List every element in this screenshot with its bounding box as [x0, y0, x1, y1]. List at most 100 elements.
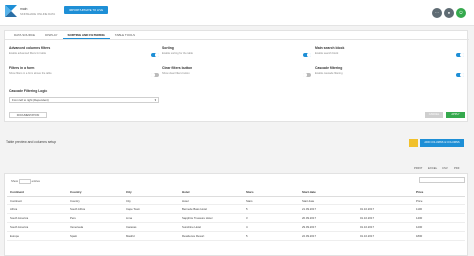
export-print[interactable]: PRINT: [414, 166, 422, 170]
filter-cell[interactable]: Start date: [299, 196, 357, 205]
documentation-button[interactable]: DOCUMENTATION: [9, 112, 47, 118]
filter-cell[interactable]: Price: [413, 196, 465, 205]
col-country[interactable]: Country: [67, 188, 123, 197]
filter-cell[interactable]: Stars: [243, 196, 299, 205]
tab-table-tools[interactable]: TABLE TOOLS: [110, 31, 140, 39]
cascade-logic-label: Cascade Filtering Logic: [9, 89, 48, 93]
table-row: South America Venezuela Caracas Sunshine…: [7, 222, 465, 232]
search-input[interactable]: [419, 177, 465, 183]
cascade-logic-select[interactable]: From left to right (Dependent) ▾: [9, 97, 159, 103]
tab-sorting-filtering[interactable]: SORTING AND FILTERING: [62, 31, 110, 39]
cell: Africa: [7, 204, 67, 214]
cell: 3: [243, 213, 299, 223]
option-desc: Enable sorting for the table: [162, 51, 194, 55]
export-pdf[interactable]: PDF: [454, 166, 460, 170]
tab-data-source[interactable]: DATA SOURCE: [9, 31, 40, 39]
col-stars[interactable]: Stars: [243, 188, 299, 197]
filter-cell[interactable]: Country: [67, 196, 123, 205]
cascade-logic-value: From left to right (Dependent): [12, 98, 49, 102]
cell: Madrid: [123, 231, 179, 241]
length-label-pre: Show: [11, 179, 18, 184]
option-title: Filters in a form: [9, 66, 35, 70]
cell: Europe: [7, 231, 67, 241]
column-settings-icon[interactable]: [409, 139, 418, 147]
option-title: Clear filters button: [162, 66, 193, 70]
cell: 20.09.2017: [299, 213, 357, 223]
documentation-label: DOCUMENTATION: [16, 114, 40, 117]
cell: 01.10.2017: [357, 204, 413, 214]
col-continent[interactable]: Continent: [7, 188, 67, 197]
cell: 22.09.2017: [299, 231, 357, 241]
option-desc: Enable cascade filtering: [315, 71, 343, 75]
option-main-search: Main search block Enable search block: [315, 46, 344, 55]
cell: 1800: [413, 231, 465, 241]
power-icon[interactable]: ⏻: [456, 8, 466, 18]
option-clear-filters: Clear filters button Show clear filters …: [162, 66, 192, 75]
page-length: Show entries: [11, 179, 40, 184]
top-bar: main SKINSHADE ONLINE DATA IMPORT/UPDATE…: [0, 0, 474, 26]
app-subtitle: SKINSHADE ONLINE DATA: [20, 12, 56, 16]
export-csv[interactable]: CSV: [442, 166, 448, 170]
cell: 1200: [413, 222, 465, 232]
option-sorting: Sorting Enable sorting for the table: [162, 46, 193, 55]
apply-button[interactable]: APPLY: [446, 112, 465, 118]
user-avatar-icon[interactable]: ●: [444, 8, 454, 18]
table-row: South America Peru Lima Sapphire Treasur…: [7, 213, 465, 223]
filter-cell[interactable]: Continent: [7, 196, 67, 205]
cascade-filtering-toggle[interactable]: [456, 73, 464, 77]
col-price[interactable]: Price: [413, 188, 465, 197]
option-title: Sorting: [162, 46, 174, 50]
filter-row: Continent Country City Hotel Stars Start…: [7, 196, 465, 205]
export-excel[interactable]: EXCEL: [428, 166, 437, 170]
sorting-toggle[interactable]: [303, 53, 311, 57]
cell: 1100: [413, 204, 465, 214]
col-start-date[interactable]: Start date: [299, 188, 357, 197]
cell: Sapphire Treasure Hotel: [179, 213, 243, 223]
tab-divider: [5, 39, 469, 40]
cell: 29.09.2017: [299, 222, 357, 232]
cell: Spain: [67, 231, 123, 241]
page-length-select[interactable]: [18, 179, 31, 184]
chevron-down-icon: ▾: [154, 98, 156, 102]
option-cascade-filtering: Cascade filtering Enable cascade filteri…: [315, 66, 343, 75]
tab-display[interactable]: DISPLAY: [40, 31, 62, 39]
col-end-date[interactable]: [357, 188, 413, 197]
publish-button[interactable]: IMPORT/UPDATE TO LIVE: [64, 6, 108, 14]
cell: Venezuela: [67, 222, 123, 232]
cancel-button[interactable]: CANCEL: [425, 112, 443, 118]
cell: 4: [243, 222, 299, 232]
option-title: Main search block: [315, 46, 345, 50]
advanced-filters-toggle[interactable]: [151, 53, 159, 57]
cell: 1400: [413, 213, 465, 223]
cell: Caracas: [123, 222, 179, 232]
filter-cell[interactable]: [357, 196, 413, 205]
main-search-toggle[interactable]: [456, 53, 464, 57]
cell: 01.10.2017: [357, 213, 413, 223]
col-hotel[interactable]: Hotel: [179, 188, 243, 197]
option-title: Advanced columns filters: [9, 46, 51, 50]
filter-cell[interactable]: Hotel: [179, 196, 243, 205]
cell: 01.10.2017: [357, 231, 413, 241]
table-row: Africa South Africa Cape Town Bernede Ba…: [7, 204, 465, 214]
app-title: main: [20, 7, 28, 11]
add-columns-button[interactable]: ADD COLUMNS & COLUMNS: [420, 139, 464, 147]
option-advanced-filters: Advanced columns filters Enable advanced…: [9, 46, 50, 55]
option-desc: Show clear filters button: [162, 71, 190, 75]
col-city[interactable]: City: [123, 188, 179, 197]
option-title: Cascade filtering: [315, 66, 343, 70]
header-row: Continent Country City Hotel Stars Start…: [7, 188, 465, 197]
preview-table: Continent Country City Hotel Stars Start…: [7, 188, 465, 241]
filters-in-form-toggle[interactable]: [151, 73, 159, 77]
clear-filters-toggle[interactable]: [303, 73, 311, 77]
cell: 5: [243, 204, 299, 214]
cascade-logic: Cascade Filtering Logic: [9, 89, 47, 93]
cell: 01.10.2017: [357, 222, 413, 232]
grid-icon[interactable]: ⋯: [432, 8, 442, 18]
preview-table-panel: Show entries Continent Country City Hote…: [4, 173, 468, 256]
app-logo: [5, 5, 17, 17]
cell: Bernede Bass Hotel: [179, 204, 243, 214]
option-desc: Show filters in a form above the table: [9, 71, 52, 75]
cell: 21.09.2017: [299, 204, 357, 214]
cell: Lima: [123, 213, 179, 223]
filter-cell[interactable]: City: [123, 196, 179, 205]
